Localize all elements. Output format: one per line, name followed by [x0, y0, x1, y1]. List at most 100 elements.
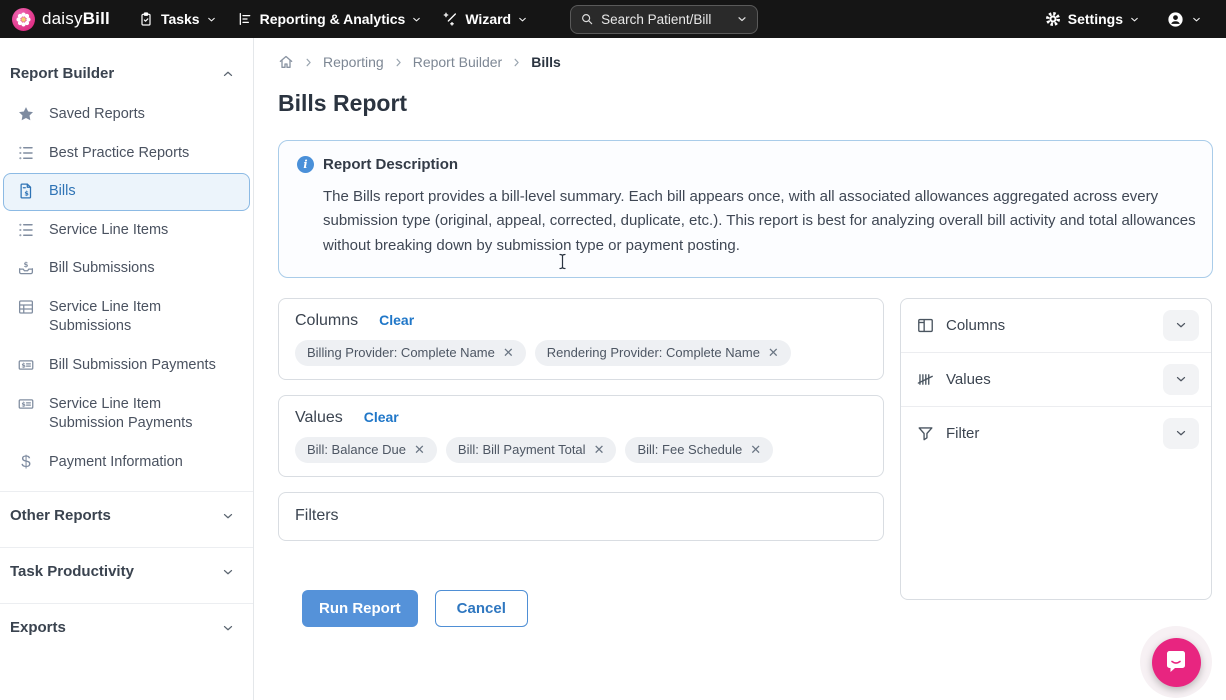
- close-icon[interactable]: ✕: [768, 346, 779, 359]
- chevron-down-icon[interactable]: [736, 13, 748, 25]
- wand-icon: [442, 11, 458, 27]
- report-description-body: The Bills report provides a bill-level s…: [323, 185, 1203, 258]
- sidebar-section-exports[interactable]: Exports: [0, 606, 253, 649]
- picker-row-label: Values: [946, 371, 991, 388]
- dollar-icon: $: [16, 453, 36, 470]
- sidebar-section-other-reports[interactable]: Other Reports: [0, 494, 253, 537]
- chevron-down-icon: [1174, 318, 1188, 332]
- values-expand-button[interactable]: [1163, 364, 1199, 395]
- daisybill-logo[interactable]: daisyBill: [12, 8, 110, 31]
- value-chip[interactable]: Bill: Balance Due ✕: [295, 437, 437, 463]
- picker-row-values: Values: [901, 353, 1211, 407]
- section-title: Other Reports: [10, 507, 111, 524]
- column-chip[interactable]: Rendering Provider: Complete Name ✕: [535, 340, 791, 366]
- brand-name: daisyBill: [42, 9, 110, 29]
- columns-card: Columns Clear Billing Provider: Complete…: [278, 298, 884, 380]
- section-title: Exports: [10, 619, 66, 636]
- close-icon[interactable]: ✕: [503, 346, 514, 359]
- chevron-down-icon: [206, 14, 217, 25]
- tally-marks-icon: [916, 370, 935, 389]
- breadcrumb-bills: Bills: [531, 54, 561, 70]
- columns-expand-button[interactable]: [1163, 310, 1199, 341]
- sidebar-item-label: Service Line Item Submissions: [49, 298, 235, 337]
- chip-label: Bill: Fee Schedule: [637, 442, 742, 457]
- svg-text:$: $: [24, 189, 28, 197]
- sidebar-item-service-line-items[interactable]: Service Line Items: [3, 212, 250, 250]
- chat-launcher-halo: [1140, 626, 1212, 698]
- picker-row-columns: Columns: [901, 299, 1211, 353]
- values-clear-link[interactable]: Clear: [364, 409, 399, 425]
- sidebar-item-payment-information[interactable]: $ Payment Information: [3, 444, 250, 482]
- nav-reporting-analytics[interactable]: Reporting & Analytics: [227, 0, 433, 38]
- sidebar-item-label: Bill Submission Payments: [49, 356, 216, 376]
- payment-card-icon: $: [16, 395, 36, 413]
- search-patient-bill-input[interactable]: Search Patient/Bill: [570, 5, 758, 34]
- svg-text:$: $: [24, 261, 29, 269]
- value-chip[interactable]: Bill: Bill Payment Total ✕: [446, 437, 617, 463]
- sidebar-item-label: Saved Reports: [49, 105, 145, 125]
- breadcrumb-report-builder[interactable]: Report Builder: [413, 54, 503, 70]
- chevron-down-icon: [1174, 426, 1188, 440]
- close-icon[interactable]: ✕: [594, 443, 605, 456]
- run-report-button[interactable]: Run Report: [302, 590, 418, 627]
- chevron-right-icon: [303, 57, 314, 68]
- sidebar-item-label: Payment Information: [49, 453, 183, 473]
- sidebar-item-service-line-item-submission-payments[interactable]: $ Service Line Item Submission Payments: [3, 386, 250, 443]
- chevron-down-icon: [411, 14, 422, 25]
- funnel-icon: [916, 424, 935, 443]
- nav-tasks-label: Tasks: [161, 11, 200, 27]
- columns-clear-link[interactable]: Clear: [379, 312, 414, 328]
- home-icon[interactable]: [278, 54, 294, 70]
- nav-settings-label: Settings: [1068, 11, 1123, 27]
- nav-wizard[interactable]: Wizard: [432, 0, 538, 38]
- chevron-up-icon: [221, 67, 235, 81]
- values-card: Values Clear Bill: Balance Due✕ Bill: Bi…: [278, 395, 884, 477]
- sidebar-item-bill-submission-payments[interactable]: $ Bill Submission Payments: [3, 347, 250, 385]
- section-title: Report Builder: [10, 65, 114, 82]
- chip-label: Billing Provider: Complete Name: [307, 345, 495, 360]
- chevron-down-icon: [221, 621, 235, 635]
- chip-label: Rendering Provider: Complete Name: [547, 345, 760, 360]
- info-icon: i: [297, 156, 314, 173]
- chat-launcher-button[interactable]: [1152, 638, 1201, 687]
- sidebar-section-report-builder[interactable]: Report Builder: [0, 52, 253, 95]
- sidebar-item-label: Service Line Items: [49, 221, 168, 241]
- cancel-button[interactable]: Cancel: [435, 590, 528, 627]
- columns-layout-icon: [916, 316, 935, 335]
- close-icon[interactable]: ✕: [414, 443, 425, 456]
- value-chip[interactable]: Bill: Fee Schedule ✕: [625, 437, 773, 463]
- nav-settings[interactable]: Settings: [1035, 0, 1150, 38]
- sidebar-item-bill-submissions[interactable]: $ Bill Submissions: [3, 250, 250, 288]
- chevron-down-icon: [221, 509, 235, 523]
- page-title: Bills Report: [278, 90, 1213, 117]
- chip-label: Bill: Bill Payment Total: [458, 442, 586, 457]
- divider: [0, 603, 253, 604]
- svg-text:$: $: [21, 400, 25, 408]
- close-icon[interactable]: ✕: [750, 443, 761, 456]
- sidebar-section-task-productivity[interactable]: Task Productivity: [0, 550, 253, 593]
- picker-row-label: Filter: [946, 425, 979, 442]
- nav-tasks[interactable]: Tasks: [128, 0, 227, 38]
- column-chip[interactable]: Billing Provider: Complete Name ✕: [295, 340, 526, 366]
- chevron-down-icon: [1174, 372, 1188, 386]
- bill-document-icon: $: [16, 182, 36, 200]
- report-description-card: i Report Description The Bills report pr…: [278, 140, 1213, 278]
- picker-row-filter: Filter: [901, 407, 1211, 460]
- inbox-dollar-icon: $: [16, 259, 36, 277]
- filter-expand-button[interactable]: [1163, 418, 1199, 449]
- clipboard-icon: [138, 11, 154, 27]
- list-icon: [16, 144, 36, 162]
- chip-label: Bill: Balance Due: [307, 442, 406, 457]
- chevron-down-icon: [1191, 14, 1202, 25]
- sidebar-item-best-practice-reports[interactable]: Best Practice Reports: [3, 135, 250, 173]
- sidebar-item-bills[interactable]: $ Bills: [3, 173, 250, 211]
- nav-account-menu[interactable]: [1156, 0, 1212, 38]
- search-placeholder: Search Patient/Bill: [601, 12, 729, 27]
- sidebar-item-saved-reports[interactable]: Saved Reports: [3, 96, 250, 134]
- picker-row-label: Columns: [946, 317, 1005, 334]
- divider: [0, 547, 253, 548]
- columns-card-label: Columns: [295, 312, 358, 330]
- sidebar-item-service-line-item-submissions[interactable]: Service Line Item Submissions: [3, 289, 250, 346]
- search-icon: [580, 12, 594, 26]
- breadcrumb-reporting[interactable]: Reporting: [323, 54, 384, 70]
